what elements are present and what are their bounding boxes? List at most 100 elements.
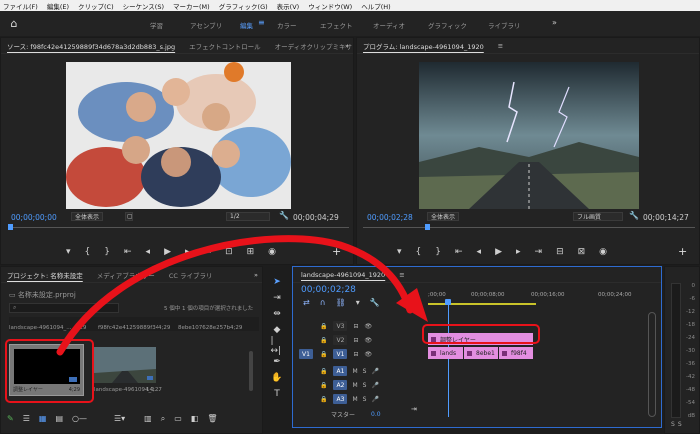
- lift-icon[interactable]: ⊟: [556, 247, 564, 257]
- menu-item[interactable]: ヘルプ(H): [361, 1, 390, 11]
- track-label[interactable]: A2: [333, 380, 348, 390]
- play-icon[interactable]: ▶: [164, 247, 171, 257]
- tab-project[interactable]: プロジェクト: 名称未設定: [7, 270, 83, 280]
- microphone-icon[interactable]: 🎤: [371, 396, 378, 403]
- step-back-icon[interactable]: ◂: [477, 247, 482, 257]
- workspace-learn[interactable]: 学習: [150, 20, 163, 30]
- workspace-graphics[interactable]: グラフィック: [428, 20, 467, 30]
- tab-cc-libraries[interactable]: CC ライブラリ: [169, 270, 213, 280]
- menu-item[interactable]: マーカー(M): [173, 1, 210, 11]
- master-volume[interactable]: 0.0: [371, 411, 381, 418]
- source-fit-icon[interactable]: ▢: [125, 212, 133, 221]
- menu-item[interactable]: シーケンス(S): [123, 1, 164, 11]
- source-add-button-icon[interactable]: +: [332, 245, 341, 258]
- project-search-input[interactable]: ⌕: [9, 303, 119, 313]
- mark-out-icon[interactable]: }: [104, 247, 110, 257]
- new-bin-icon[interactable]: ▭: [174, 414, 182, 424]
- program-playhead[interactable]: [425, 224, 430, 230]
- source-playhead[interactable]: [8, 224, 13, 230]
- microphone-icon[interactable]: 🎤: [371, 382, 378, 389]
- ripple-edit-tool-icon[interactable]: ⇹: [271, 307, 284, 320]
- source-resolution-select[interactable]: 1/2: [226, 212, 270, 221]
- timeline-vertical-scrollbar[interactable]: [648, 312, 656, 417]
- lock-icon[interactable]: 🔒: [320, 337, 327, 344]
- timeline-timecode[interactable]: 00;00;02;28: [301, 285, 356, 295]
- menu-item[interactable]: 編集(E): [47, 1, 69, 11]
- add-marker-icon[interactable]: ▾: [356, 298, 360, 307]
- track-label[interactable]: V3: [333, 321, 348, 331]
- go-to-end-icon[interactable]: ⇥: [411, 405, 417, 413]
- razor-tool-icon[interactable]: ◆: [271, 323, 284, 336]
- go-to-out-icon[interactable]: ⇥: [204, 247, 212, 257]
- slip-tool-icon[interactable]: |↔|: [271, 336, 284, 356]
- tab-source[interactable]: ソース: f98fc42e41259889f34d678a3d2db883_s.…: [7, 41, 175, 51]
- step-forward-icon[interactable]: ▸: [185, 247, 190, 257]
- time-ruler[interactable]: ;00;00 00;00;08;00 00;00;16;00 00;00;24;…: [428, 289, 658, 309]
- solo-left-button[interactable]: S: [671, 421, 675, 428]
- workspace-color[interactable]: カラー: [277, 20, 297, 30]
- timeline-settings-icon[interactable]: 🔧: [370, 298, 380, 307]
- menu-item[interactable]: 表示(V): [277, 1, 300, 11]
- source-zoom-select[interactable]: 全体表示: [71, 212, 104, 221]
- home-icon[interactable]: ⌂: [0, 11, 28, 36]
- lock-icon[interactable]: 🔒: [320, 368, 327, 375]
- v1-clip-2[interactable]: 8ebe1: [464, 347, 498, 359]
- item-name[interactable]: 8ebe107628e257b67...: [178, 325, 230, 331]
- solo-right-button[interactable]: S: [678, 421, 682, 428]
- solo-button[interactable]: S: [363, 382, 367, 389]
- step-forward-icon[interactable]: ▸: [516, 247, 521, 257]
- source-settings-icon[interactable]: 🔧: [279, 211, 289, 220]
- new-item-icon[interactable]: ◧: [191, 414, 199, 424]
- v1-clip-1[interactable]: lands: [428, 347, 463, 359]
- track-label[interactable]: A1: [333, 366, 348, 376]
- snap-icon[interactable]: ∩: [320, 298, 326, 307]
- play-icon[interactable]: ▶: [495, 247, 502, 257]
- tab-program[interactable]: プログラム: landscape-4961094_1920: [363, 41, 484, 51]
- mark-in-icon[interactable]: {: [416, 247, 422, 257]
- program-quality-select[interactable]: フル画質: [573, 212, 623, 221]
- landscape-thumbnail[interactable]: [94, 347, 156, 383]
- freeform-view-icon[interactable]: ▤: [55, 414, 63, 424]
- menu-item[interactable]: ウィンドウ(W): [308, 1, 352, 11]
- item-name[interactable]: f98fc42e41259889f34d678...: [98, 325, 158, 331]
- workspace-libraries[interactable]: ライブラリ: [488, 20, 521, 30]
- program-zoom-select[interactable]: 全体表示: [427, 212, 460, 221]
- microphone-icon[interactable]: 🎤: [371, 368, 378, 375]
- menu-item[interactable]: クリップ(C): [78, 1, 114, 11]
- icon-view-icon[interactable]: ▦: [39, 414, 47, 424]
- tab-sequence[interactable]: landscape-4961094_1920: [301, 271, 385, 279]
- eye-icon[interactable]: 👁: [365, 323, 373, 330]
- mark-out-icon[interactable]: }: [435, 247, 441, 257]
- program-timecode[interactable]: 00;00;02;28: [367, 213, 413, 222]
- automate-icon[interactable]: ▥: [144, 414, 152, 424]
- eye-icon[interactable]: 👁: [365, 337, 373, 344]
- more-workspaces-icon[interactable]: »: [552, 18, 557, 27]
- project-scrollbar[interactable]: [249, 351, 253, 391]
- v1-clip-3[interactable]: f98f4: [499, 347, 533, 359]
- track-label[interactable]: V1: [333, 349, 348, 359]
- panel-overflow-icon[interactable]: »: [254, 271, 258, 279]
- add-marker-icon[interactable]: ▾: [397, 247, 402, 257]
- go-to-out-icon[interactable]: ⇥: [535, 247, 543, 257]
- type-tool-icon[interactable]: T: [271, 387, 284, 400]
- tab-effect-controls[interactable]: エフェクトコントロール: [189, 41, 261, 51]
- track-select-tool-icon[interactable]: ⇥: [271, 291, 284, 304]
- zoom-slider-icon[interactable]: ○—: [72, 414, 87, 424]
- sync-lock-icon[interactable]: ⊟: [353, 337, 358, 344]
- panel-overflow-icon[interactable]: »: [345, 42, 349, 50]
- lock-icon[interactable]: 🔒: [320, 396, 327, 403]
- mute-button[interactable]: M: [352, 368, 357, 375]
- program-settings-icon[interactable]: 🔧: [629, 211, 639, 220]
- pencil-icon[interactable]: ✎: [7, 414, 14, 424]
- extract-icon[interactable]: ⊠: [578, 247, 586, 257]
- workspace-assembly[interactable]: アセンブリ: [190, 20, 222, 30]
- solo-button[interactable]: S: [363, 396, 367, 403]
- sync-lock-icon[interactable]: ⊟: [353, 351, 358, 358]
- selection-tool-icon[interactable]: ➤: [271, 275, 284, 288]
- mute-button[interactable]: M: [352, 396, 357, 403]
- timeline-menu-icon[interactable]: ≡: [399, 271, 404, 279]
- workspace-audio[interactable]: オーディオ: [373, 20, 405, 30]
- item-name[interactable]: landscape-4961094_...: [9, 325, 74, 331]
- add-marker-icon[interactable]: ▾: [66, 247, 71, 257]
- overwrite-icon[interactable]: ⊞: [247, 247, 255, 257]
